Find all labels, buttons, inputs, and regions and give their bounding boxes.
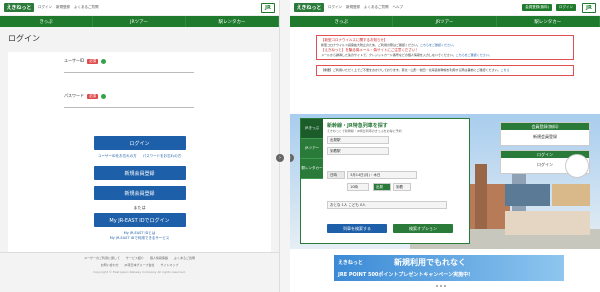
date-select[interactable]: 3月14日(月)・木日 bbox=[347, 171, 417, 179]
nav-tab-tickets[interactable]: きっぷ bbox=[290, 16, 394, 27]
site-logo[interactable]: えきねっと bbox=[4, 3, 34, 12]
login-body: ログイン ユーザーID 必須 パスワード 必須 ログイン ユーザーIDをお忘れの… bbox=[0, 27, 279, 263]
header-link-faq[interactable]: よくあるご質問 bbox=[364, 5, 389, 10]
header-link-login[interactable]: ログイン bbox=[38, 5, 52, 10]
promo-thumbnail[interactable] bbox=[552, 184, 590, 206]
main-nav: きっぷ JRツアー 駅レンタカー bbox=[0, 16, 279, 27]
header-link-help[interactable]: ヘルプ bbox=[393, 5, 404, 10]
login-button[interactable]: ログイン bbox=[93, 136, 186, 150]
panel-gap: › bbox=[276, 0, 290, 292]
forgot-links: ユーザーIDをお忘れの方 パスワードをお忘れの方 bbox=[14, 154, 265, 159]
booking-subtitle: えきねっとで新幹線・JR特急列車のきっぷをお得に予約 bbox=[327, 129, 402, 133]
footer-link[interactable]: お問い合わせ bbox=[101, 263, 119, 267]
campaign-banner[interactable]: えきねっと 新規利用でもれなく JRE POINT 500ポイントプレゼントキャ… bbox=[334, 255, 564, 281]
register-button-2[interactable]: 新規会員登録 bbox=[93, 186, 186, 200]
password-input[interactable] bbox=[64, 101, 194, 108]
jr-logo: JR bbox=[582, 2, 596, 13]
userid-row: ユーザーID 必須 bbox=[64, 58, 265, 73]
date-label: 日時 bbox=[327, 171, 345, 179]
footer-link[interactable]: サービス紹介 bbox=[126, 256, 144, 260]
people-select[interactable]: おとな 1人 こども 0人 bbox=[327, 201, 447, 209]
userid-input[interactable] bbox=[64, 66, 194, 73]
card-body: 新規会員登録 bbox=[533, 134, 557, 139]
nav-tab-tours[interactable]: JRツアー bbox=[393, 16, 497, 27]
password-row: パスワード 必須 bbox=[64, 93, 265, 108]
notice-link[interactable]: こちらをご確認ください。 bbox=[456, 53, 492, 57]
time-select[interactable]: 10時 bbox=[347, 183, 369, 191]
notice-text: メールから誘導した先のサイトで、クレジットカード番号などの個人情報を入力しないで… bbox=[321, 52, 456, 57]
userid-label: ユーザーID bbox=[64, 58, 85, 63]
chevron-right-icon[interactable]: › bbox=[276, 154, 284, 162]
copyright: Copyright © East Japan Railway Company A… bbox=[93, 270, 186, 274]
notice-box-important: 【重要】ご利用いただく上でご不便をおかけしております。東北・山形・秋田・北海道新… bbox=[316, 65, 574, 76]
promo-thumbnail[interactable] bbox=[505, 211, 590, 235]
header-link-login[interactable]: ログイン bbox=[328, 5, 342, 10]
to-station-input[interactable]: 到着駅 bbox=[327, 147, 389, 155]
notice-link[interactable]: こちらをご確認ください。 bbox=[420, 43, 456, 47]
member-register-card[interactable]: 会員登録(無料) 新規会員登録 bbox=[500, 122, 590, 146]
or-text: または bbox=[133, 205, 146, 210]
nav-tab-rentacar[interactable]: 駅レンタカー bbox=[497, 16, 600, 27]
nav-tab-rentacar[interactable]: 駅レンタカー bbox=[186, 16, 279, 27]
jre-services-link[interactable]: My JR-EAST IDで利用できるサービス bbox=[110, 236, 170, 241]
footer-link[interactable]: よくあるご質問 bbox=[174, 256, 195, 260]
check-icon bbox=[101, 93, 106, 99]
site-header: えきねっと ログイン 新規登録 よくあるご質問 ヘルプ 会員登録(無料) ログイ… bbox=[290, 0, 600, 16]
hero-section: JRきっぷ JRツアー 駅レンタカー 新幹線・JR特急列車を探す えきねっとで新… bbox=[290, 114, 600, 249]
booking-title: 新幹線・JR特急列車を探す bbox=[327, 123, 388, 129]
banner-brand: えきねっと bbox=[338, 260, 363, 266]
footer: ユーザーのご利用に関して サービス紹介 個人情報保護 よくあるご質問 お問い合わ… bbox=[0, 252, 279, 292]
site-logo[interactable]: えきねっと bbox=[294, 3, 324, 12]
required-badge: 必須 bbox=[87, 93, 98, 99]
forgot-userid-link[interactable]: ユーザーIDをお忘れの方 bbox=[98, 154, 137, 159]
forgot-password-link[interactable]: パスワードをお忘れの方 bbox=[143, 154, 182, 159]
tab-jr-tours[interactable]: JRツアー bbox=[301, 139, 323, 159]
arrive-toggle[interactable]: 到着 bbox=[393, 183, 411, 191]
nav-tab-tickets[interactable]: きっぷ bbox=[0, 16, 93, 27]
promo-thumbnail[interactable] bbox=[505, 184, 550, 206]
footer-link[interactable]: ユーザーのご利用に関して bbox=[84, 256, 120, 260]
depart-toggle[interactable]: 出発 bbox=[373, 183, 391, 191]
mascot-image bbox=[565, 154, 589, 178]
header-link-faq[interactable]: よくあるご質問 bbox=[74, 5, 99, 10]
notice-text: 新型コロナウイルス感染拡大防止のため、ご利用の際はご確認ください。 bbox=[321, 43, 421, 47]
banner-title: 新規利用でもれなく bbox=[394, 258, 466, 267]
member-register-button[interactable]: 会員登録(無料) bbox=[522, 4, 552, 11]
header-login-button[interactable]: ログイン bbox=[556, 4, 576, 11]
header-link-register[interactable]: 新規登録 bbox=[56, 5, 70, 10]
header-link-register[interactable]: 新規登録 bbox=[346, 5, 360, 10]
jre-links: My JR-EAST IDとは My JR-EAST IDで利用できるサービス bbox=[14, 231, 265, 241]
home-panel: えきねっと ログイン 新規登録 よくあるご質問 ヘルプ 会員登録(無料) ログイ… bbox=[290, 0, 600, 292]
page-title: ログイン bbox=[8, 34, 40, 43]
carousel-dots[interactable] bbox=[436, 285, 446, 287]
jre-login-button[interactable]: My JR-EAST IDでログイン bbox=[93, 213, 186, 227]
notice-text: 【重要】ご利用いただく上でご不便をおかけしております。東北・山形・秋田・北海道新… bbox=[321, 68, 501, 72]
footer-link[interactable]: JR東日本グループ会社 bbox=[125, 263, 155, 267]
footer-link[interactable]: サイトマップ bbox=[160, 263, 178, 267]
notice-link[interactable]: こちら bbox=[500, 68, 509, 72]
required-badge: 必須 bbox=[87, 58, 99, 64]
search-trains-button[interactable]: 列車を検索する bbox=[327, 224, 387, 233]
main-nav: きっぷ JRツアー 駅レンタカー bbox=[290, 16, 600, 27]
jr-logo: JR bbox=[261, 2, 275, 13]
login-card: ユーザーID 必須 パスワード 必須 ログイン ユーザーIDをお忘れの方 パスワ… bbox=[8, 52, 271, 262]
booking-box: JRきっぷ JRツアー 駅レンタカー 新幹線・JR特急列車を探す えきねっとで新… bbox=[300, 118, 470, 244]
password-label: パスワード bbox=[64, 93, 84, 98]
tab-rentacar[interactable]: 駅レンタカー bbox=[301, 159, 323, 179]
notice-box-covid: 【新型コロナウイルスに関するお知らせ】 新型コロナウイルス感染拡大防止のため、ご… bbox=[316, 35, 574, 60]
card-header: 会員登録(無料) bbox=[501, 123, 589, 130]
booking-tabs: JRきっぷ JRツアー 駅レンタカー bbox=[301, 119, 323, 243]
from-station-input[interactable]: 出発駅 bbox=[327, 136, 389, 144]
footer-link[interactable]: 個人情報保護 bbox=[150, 256, 168, 260]
banner-subtitle: JRE POINT 500ポイントプレゼントキャンペーン実施中! bbox=[338, 272, 471, 278]
register-button-1[interactable]: 新規会員登録 bbox=[93, 166, 186, 180]
nav-tab-tours[interactable]: JRツアー bbox=[93, 16, 186, 27]
site-header: えきねっと ログイン 新規登録 よくあるご質問 JR bbox=[0, 0, 279, 16]
tower-image bbox=[475, 164, 487, 229]
search-options-button[interactable]: 検索オプション bbox=[393, 224, 453, 233]
login-panel: えきねっと ログイン 新規登録 よくあるご質問 JR きっぷ JRツアー 駅レン… bbox=[0, 0, 280, 292]
tab-jr-tickets[interactable]: JRきっぷ bbox=[301, 119, 323, 139]
check-icon bbox=[101, 58, 107, 64]
